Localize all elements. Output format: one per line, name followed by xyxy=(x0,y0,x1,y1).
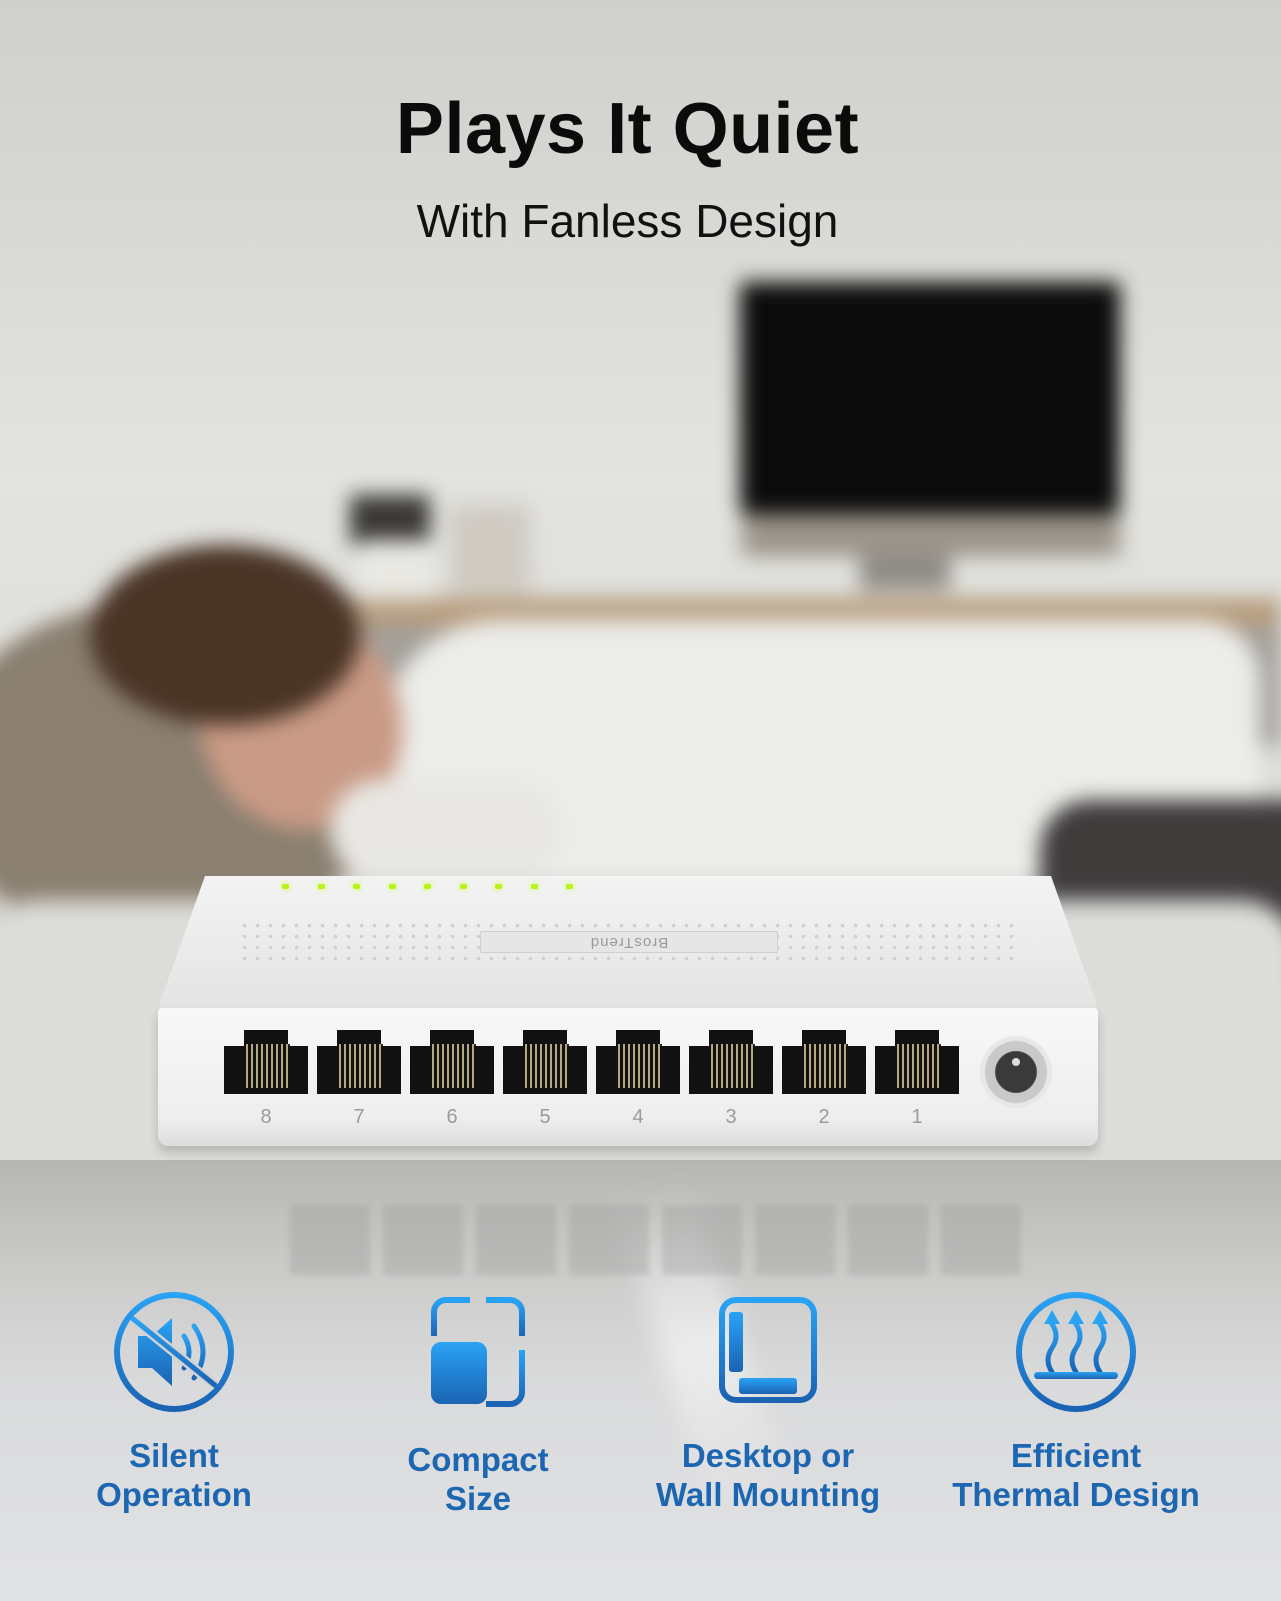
ethernet-port xyxy=(410,1030,494,1094)
port-number-label: 1 xyxy=(911,1106,923,1128)
feature-label-line1: Silent xyxy=(129,1437,219,1474)
ethernet-port xyxy=(782,1030,866,1094)
ethernet-port xyxy=(596,1030,680,1094)
port-reflection xyxy=(755,1205,835,1275)
port-pins xyxy=(525,1044,569,1088)
feature-label-line2: Size xyxy=(444,1480,512,1517)
monitor xyxy=(740,282,1120,514)
status-led xyxy=(530,884,538,889)
port-pins xyxy=(711,1044,755,1088)
port-number-label: 6 xyxy=(446,1106,458,1128)
feature-label-line1: Desktop or xyxy=(681,1437,855,1474)
feature-silent-operation: Silent Operation xyxy=(34,1290,314,1514)
feature-label: Efficient Thermal Design xyxy=(936,1436,1216,1514)
port-pins xyxy=(618,1044,662,1088)
switch-reflection xyxy=(220,1160,1060,1280)
power-jack xyxy=(980,1036,1052,1108)
port-pins xyxy=(339,1044,383,1088)
sleeping-person-arm xyxy=(330,780,560,880)
status-led xyxy=(353,884,360,889)
page-subtitle: With Fanless Design xyxy=(416,195,839,247)
compact-size-icon xyxy=(431,1297,525,1407)
status-led xyxy=(566,884,573,889)
feature-label-line2: Operation xyxy=(96,1476,252,1513)
port-pins xyxy=(246,1044,290,1088)
port-number-label: 2 xyxy=(818,1106,830,1128)
port-reflection xyxy=(848,1205,928,1275)
feature-label: Silent Operation xyxy=(34,1436,314,1514)
power-jack-pin xyxy=(1012,1058,1020,1066)
feature-label-line1: Compact xyxy=(407,1441,549,1478)
desk-box xyxy=(450,505,530,595)
status-led xyxy=(424,884,431,889)
port-pins xyxy=(897,1044,941,1088)
port-number-label: 3 xyxy=(725,1106,737,1128)
status-led xyxy=(388,884,396,889)
pen-holder xyxy=(350,495,430,545)
port-reflection xyxy=(941,1205,1021,1275)
page-title: Plays It Quiet xyxy=(395,89,860,169)
feature-label-line2: Wall Mounting xyxy=(655,1476,881,1513)
ethernet-port xyxy=(689,1030,773,1094)
ethernet-port xyxy=(224,1030,308,1094)
feature-list: Silent Operation Compact Size Desktop or… xyxy=(0,1290,1281,1530)
status-led xyxy=(459,884,467,889)
network-switch: BrosTrend 8 7 6 5 4 3 2 1 xyxy=(158,876,1098,1151)
port-number-label: 7 xyxy=(353,1106,365,1128)
ethernet-port xyxy=(875,1030,959,1094)
port-reflection xyxy=(662,1205,742,1275)
status-led xyxy=(317,884,325,889)
brand-logo: BrosTrend xyxy=(480,931,778,953)
port-number-label: 5 xyxy=(539,1106,551,1128)
ethernet-port xyxy=(317,1030,401,1094)
port-reflection xyxy=(290,1205,370,1275)
feature-desktop-wall-mounting: Desktop or Wall Mounting xyxy=(628,1290,908,1514)
monitor-stand xyxy=(860,556,950,590)
desktop-wall-mount-icon xyxy=(719,1297,817,1403)
switch-top-panel: BrosTrend xyxy=(158,876,1098,1008)
sleeping-person-hair xyxy=(90,545,360,725)
port-reflection xyxy=(569,1205,649,1275)
cup xyxy=(360,540,430,600)
port-pins xyxy=(432,1044,476,1088)
heat-dissipation-icon xyxy=(1016,1292,1136,1412)
port-number-label: 8 xyxy=(260,1106,272,1128)
status-led xyxy=(282,884,289,889)
feature-compact-size: Compact Size xyxy=(338,1290,618,1518)
port-reflection xyxy=(476,1205,556,1275)
feature-thermal-design: Efficient Thermal Design xyxy=(936,1290,1216,1514)
port-pins xyxy=(804,1044,848,1088)
port-reflection xyxy=(383,1205,463,1275)
speaker-muted-icon xyxy=(114,1292,234,1412)
port-number-label: 4 xyxy=(632,1106,644,1128)
switch-front-panel: 8 7 6 5 4 3 2 1 xyxy=(158,1008,1098,1146)
status-led xyxy=(495,884,502,889)
feature-label-line1: Efficient xyxy=(1010,1437,1142,1474)
feature-label: Desktop or Wall Mounting xyxy=(628,1436,908,1514)
ethernet-port xyxy=(503,1030,587,1094)
feature-label: Compact Size xyxy=(338,1440,618,1518)
monitor-chin xyxy=(742,514,1120,556)
feature-label-line2: Thermal Design xyxy=(952,1476,1200,1513)
